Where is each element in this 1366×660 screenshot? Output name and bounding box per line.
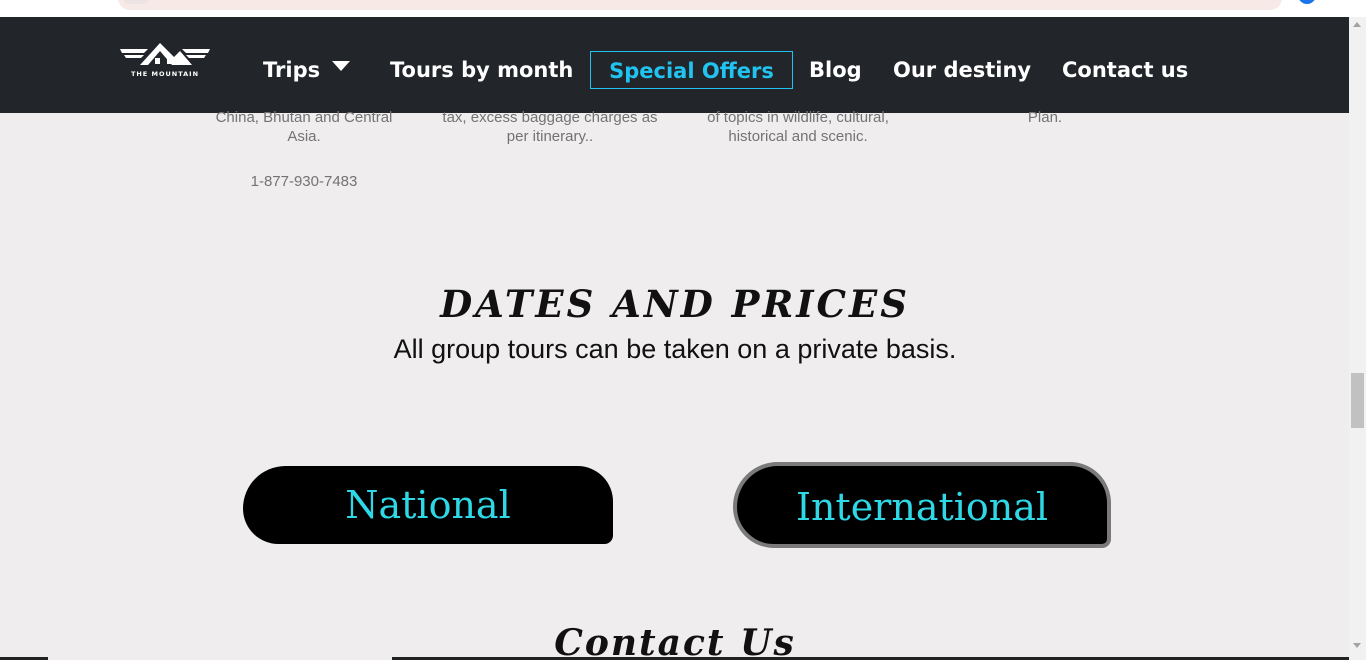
address-bar[interactable] <box>118 0 1282 10</box>
dates-prices-subtitle: All group tours can be taken on a privat… <box>393 334 957 364</box>
dates-prices-heading: DATES AND PRICES <box>440 282 910 326</box>
feature-text-inclusions: tax, excess baggage charges as per itine… <box>442 109 658 145</box>
main-navbar: THE MOUNTAIN Trips Tours by month Specia… <box>0 17 1349 113</box>
scroll-up-arrow-icon[interactable] <box>1353 22 1361 27</box>
scroll-down-arrow-icon[interactable] <box>1353 643 1361 648</box>
nav-contact-us[interactable]: Contact us <box>1062 51 1188 89</box>
feature-text-destinations: China, Bhutan and Central Asia. <box>215 109 393 145</box>
scrollbar-thumb[interactable] <box>1351 373 1364 428</box>
nav-trips[interactable]: Trips <box>263 51 351 89</box>
logo[interactable]: THE MOUNTAIN <box>118 39 212 81</box>
contact-us-heading: Contact Us <box>554 622 796 660</box>
logo-text: THE MOUNTAIN <box>130 70 200 78</box>
caret-down-icon <box>332 61 351 71</box>
nav-tours-by-month[interactable]: Tours by month <box>390 51 573 89</box>
nav-special-offers[interactable]: Special Offers <box>590 51 793 89</box>
feature-text-topics: of topics in wildlife, cultural, histori… <box>707 109 889 145</box>
nav-our-destiny[interactable]: Our destiny <box>893 51 1031 89</box>
international-button[interactable]: International <box>733 462 1111 548</box>
browser-top-strip <box>0 0 1366 17</box>
national-button[interactable]: National <box>243 466 613 544</box>
scrollbar[interactable] <box>1349 17 1366 660</box>
phone-number[interactable]: 1-877-930-7483 <box>214 173 394 190</box>
nav-trips-label: Trips <box>263 58 321 82</box>
mountain-logo-icon <box>120 43 210 65</box>
feature-text-plan: Plan. <box>1027 109 1063 126</box>
nav-blog[interactable]: Blog <box>809 51 862 89</box>
profile-icon[interactable] <box>1298 0 1316 4</box>
